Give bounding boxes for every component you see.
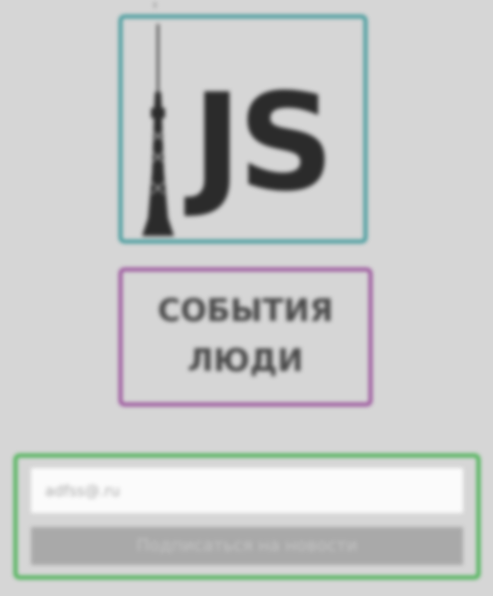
page: JS События Люди Подписаться на новости [0, 0, 493, 596]
subscribe-form: Подписаться на новости [14, 454, 480, 579]
logo-text: JS [192, 65, 334, 221]
cursor-mark [154, 2, 156, 8]
nav-item-events[interactable]: События [122, 293, 369, 329]
logo-box[interactable]: JS [119, 15, 367, 243]
tv-tower-icon [142, 24, 174, 236]
nav-item-people[interactable]: Люди [122, 343, 369, 379]
nav-box: События Люди [119, 268, 372, 406]
subscribe-button[interactable]: Подписаться на новости [31, 527, 463, 565]
email-input[interactable] [31, 468, 463, 513]
